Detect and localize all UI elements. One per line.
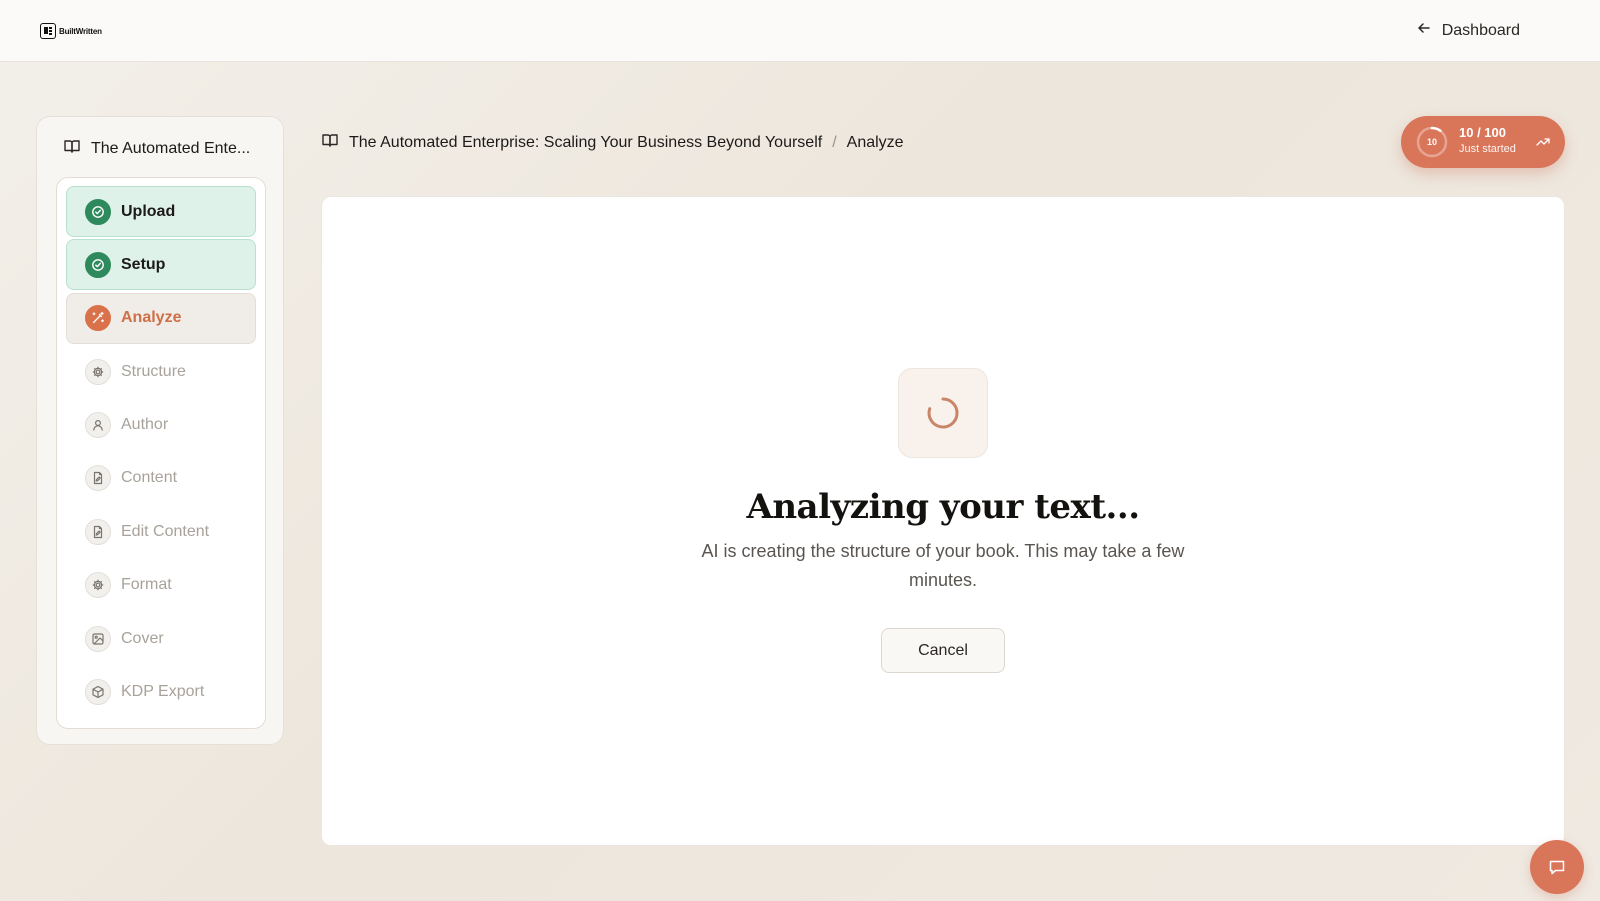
image-icon [85,625,111,652]
breadcrumb: The Automated Enterprise: Scaling Your B… [321,131,904,154]
step-label: Structure [121,362,186,380]
logo-icon [40,23,56,39]
step-label: KDP Export [121,683,205,701]
step-label: Format [121,576,172,594]
step-analyze[interactable]: Analyze [66,292,256,344]
book-icon [63,137,81,160]
gear-icon [85,572,111,599]
dashboard-link[interactable]: Dashboard [1416,20,1520,41]
step-upload[interactable]: Upload [66,186,256,237]
step-label: Setup [121,255,166,273]
chat-icon [1549,860,1565,875]
chat-button[interactable] [1530,840,1584,894]
cancel-button[interactable]: Cancel [881,628,1005,673]
analyze-panel: Analyzing your text... AI is creating th… [321,196,1565,846]
gear-icon [85,358,111,385]
loading-spinner [898,368,988,458]
analyzing-description: AI is creating the structure of your boo… [701,541,1185,590]
step-kdp-export[interactable]: KDP Export [66,667,256,718]
progress-score-badge[interactable]: 10 10 / 100 Just started [1401,116,1565,168]
step-label: Analyze [121,309,182,327]
check-circle-icon [85,198,111,225]
breadcrumb-book[interactable]: The Automated Enterprise: Scaling Your B… [349,134,822,152]
magic-wand-icon [85,305,111,332]
dashboard-link-label: Dashboard [1441,21,1520,39]
step-label: Edit Content [121,522,210,540]
book-icon [321,131,339,154]
package-icon [85,679,111,706]
step-format[interactable]: Format [66,560,256,611]
top-bar: BuiltWritten Dashboard [0,0,1600,62]
trending-up-icon [1536,138,1550,146]
step-cover[interactable]: Cover [66,613,256,664]
step-label: Cover [121,629,164,647]
arrow-left-icon [1416,20,1432,41]
document-edit-icon [85,518,111,545]
sidebar: The Automated Ente... Upload Setup Analy… [36,116,284,745]
steps-list: Upload Setup Analyze Structure Author Co… [56,177,266,729]
check-circle-icon [85,251,111,278]
sidebar-book-title: The Automated Ente... [63,137,250,160]
breadcrumb-separator: / [832,133,837,151]
step-author[interactable]: Author [66,400,256,451]
document-edit-icon [85,465,111,492]
user-icon [85,412,111,439]
sidebar-book-title-label: The Automated Ente... [91,139,251,157]
spinner-icon [927,397,959,429]
step-structure[interactable]: Structure [66,346,256,397]
step-label: Author [121,416,169,434]
app-logo[interactable]: BuiltWritten [40,23,102,39]
step-label: Content [121,469,178,487]
step-edit-content[interactable]: Edit Content [66,506,256,557]
step-content[interactable]: Content [66,453,256,504]
progress-ring-value: 10 [1426,137,1437,147]
score-value: 10 / 100 [1459,125,1506,140]
step-label: Upload [121,202,176,220]
logo-text: BuiltWritten [59,26,102,36]
step-setup[interactable]: Setup [66,239,256,291]
score-status: Just started [1459,143,1516,155]
breadcrumb-current: Analyze [846,133,904,151]
analyzing-heading: Analyzing your text... [746,487,1140,527]
